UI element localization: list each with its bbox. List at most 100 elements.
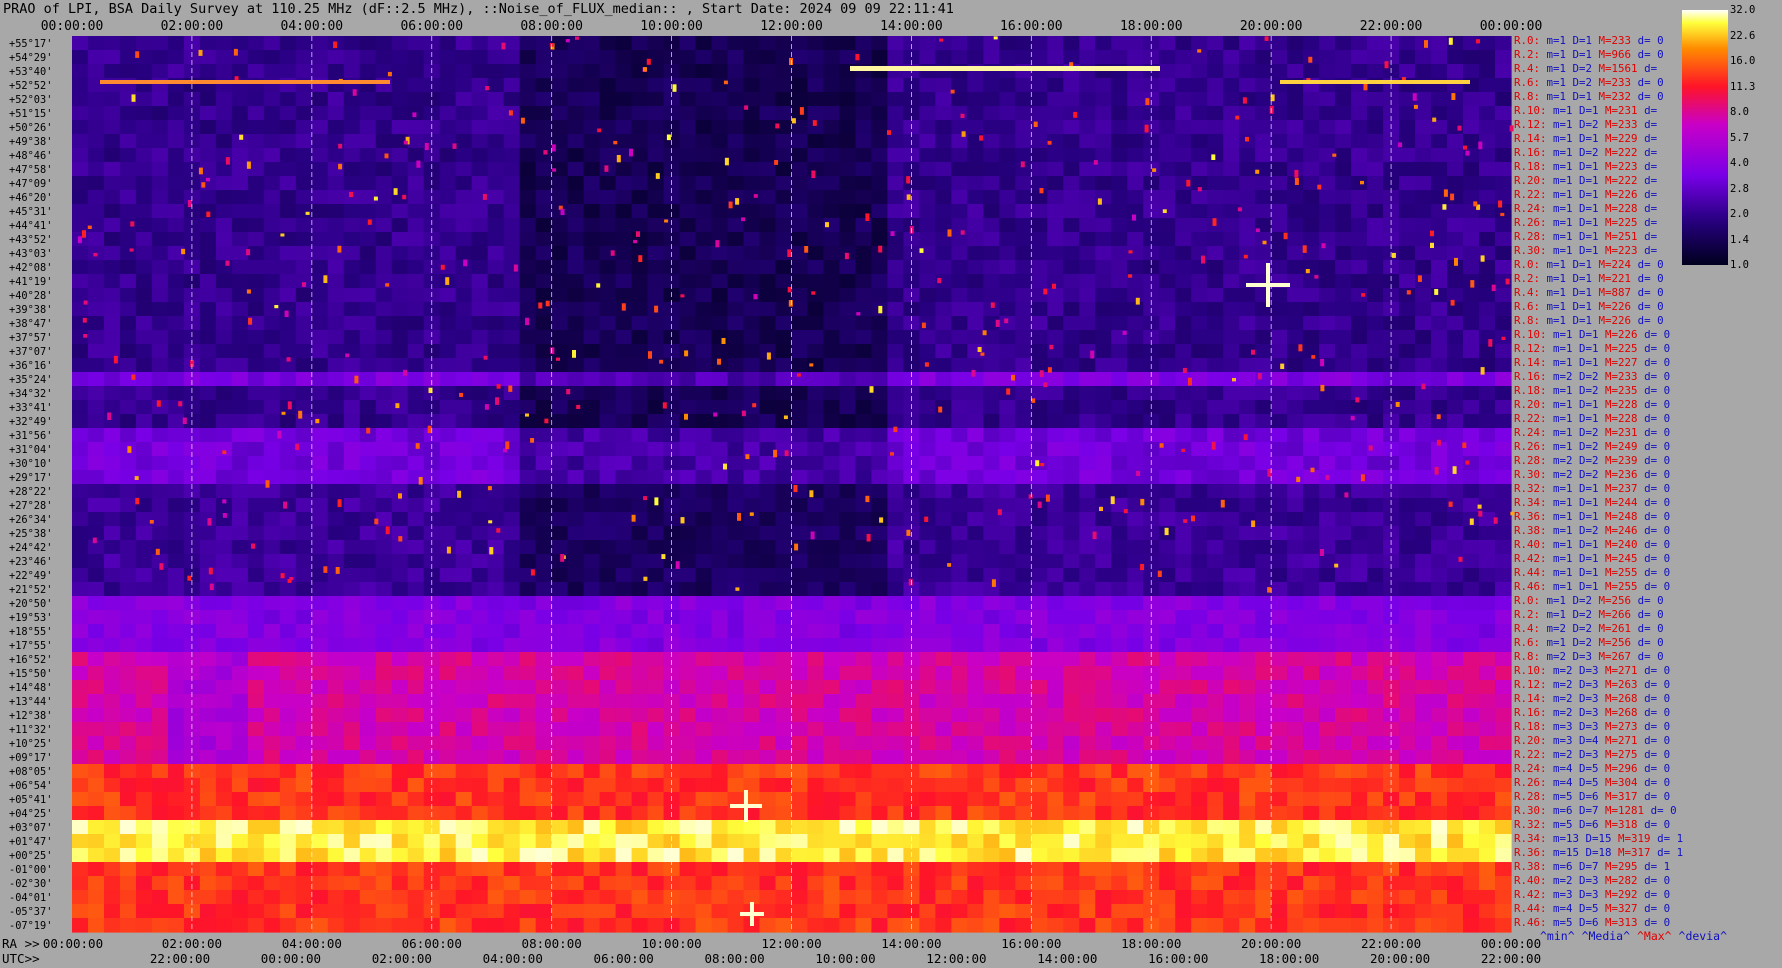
heatmap-cell [1223,274,1240,289]
heatmap-cell [151,274,169,289]
heatmap-cell [599,792,617,807]
heatmap-cell [279,736,297,751]
heatmap-cell [599,680,617,695]
heatmap-cell [1335,36,1352,51]
heatmap-cell [487,792,505,807]
heatmap-cell [631,148,649,163]
heatmap-cell [151,372,169,387]
heatmap-cell [359,526,377,541]
heatmap-cell [951,274,968,289]
heatmap-cell [535,400,553,415]
heatmap-cell [359,274,377,289]
heatmap-cell [551,638,569,653]
heatmap-cell [231,442,249,457]
heatmap-cell [1127,540,1144,555]
heatmap-cell [231,120,249,135]
heatmap-cell [1335,414,1352,429]
heatmap-cell [343,736,361,751]
heatmap-cell [1335,260,1352,275]
heatmap-cell [231,246,249,261]
heatmap-cell [103,512,121,527]
heatmap-cell [1495,638,1512,653]
heatmap-cell [679,750,697,765]
heatmap-cell [1207,190,1224,205]
heatmap-cell [871,764,889,779]
heatmap-cell [359,344,377,359]
heatmap-cell [199,246,217,261]
heatmap-cell [1303,190,1320,205]
heatmap-cell [1223,456,1240,471]
heatmap-cell [1111,246,1128,261]
heatmap-cell [1367,204,1384,219]
heatmap-cell [151,568,169,583]
heatmap-cell [1415,778,1432,793]
heatmap-cell [1191,78,1208,93]
heatmap-cell [455,610,473,625]
heatmap-cell [1223,162,1240,177]
heatmap-cell [72,218,89,233]
heatmap-cell [1095,596,1112,611]
heatmap-cell [391,428,409,443]
heatmap-cell [679,498,697,513]
heatmap-cell [231,680,249,695]
heatmap-cell [775,428,793,443]
heatmap-cell [1047,596,1064,611]
heatmap-cell [391,736,409,751]
heatmap-cell [1079,246,1096,261]
heatmap-cell [439,218,457,233]
heatmap-cell [247,120,265,135]
heatmap-cell [999,736,1016,751]
heatmap-cell [807,428,825,443]
heatmap-cell [1047,414,1064,429]
heatmap-cell [231,316,249,331]
heatmap-cell [1015,680,1032,695]
heatmap-cell [103,750,121,765]
heatmap-cell [519,64,537,79]
heatmap-cell [935,778,952,793]
heatmap-cell [487,134,505,149]
heatmap-cell [151,204,169,219]
heatmap-cell [247,64,265,79]
heatmap-cell [887,638,905,653]
heatmap-cell [215,428,233,443]
heatmap-cell [951,470,968,485]
heatmap-cell [1095,428,1112,443]
heatmap-cell [727,638,745,653]
heatmap-cell [1015,526,1032,541]
heatmap-cell [1191,288,1208,303]
heatmap-cell [1207,302,1224,317]
heatmap-cell [599,386,617,401]
heatmap-cell [503,162,521,177]
heatmap-cell [263,358,281,373]
heatmap-cell [791,260,809,275]
heatmap-cell [407,386,425,401]
heatmap-cell [1255,428,1272,443]
heatmap-cell [1351,358,1368,373]
heatmap-cell [1431,624,1448,639]
heatmap-cell [1271,400,1288,415]
heatmap-cell [439,624,457,639]
heatmap-cell [695,386,713,401]
heatmap-cell [1095,120,1112,135]
heatmap-cell [1367,792,1384,807]
heatmap-cell [72,372,89,387]
heatmap-cell [1479,232,1496,247]
heatmap-cell [103,568,121,583]
heatmap-cell [839,386,857,401]
heatmap-cell [615,358,633,373]
heatmap-cell [1079,610,1096,625]
heatmap-cell [599,428,617,443]
heatmap-cell [919,442,936,457]
heatmap-cell [631,694,649,709]
heatmap-cell [791,400,809,415]
heatmap-cell [1223,596,1240,611]
heatmap-cell [1335,428,1352,443]
heatmap-cell [1223,540,1240,555]
heatmap-cell [1319,106,1336,121]
heatmap-cell [1015,92,1032,107]
heatmap-cell [1111,50,1128,65]
heatmap-cell [519,50,537,65]
heatmap-cell [823,792,841,807]
heatmap-cell [151,344,169,359]
heatmap-cell [743,582,761,597]
